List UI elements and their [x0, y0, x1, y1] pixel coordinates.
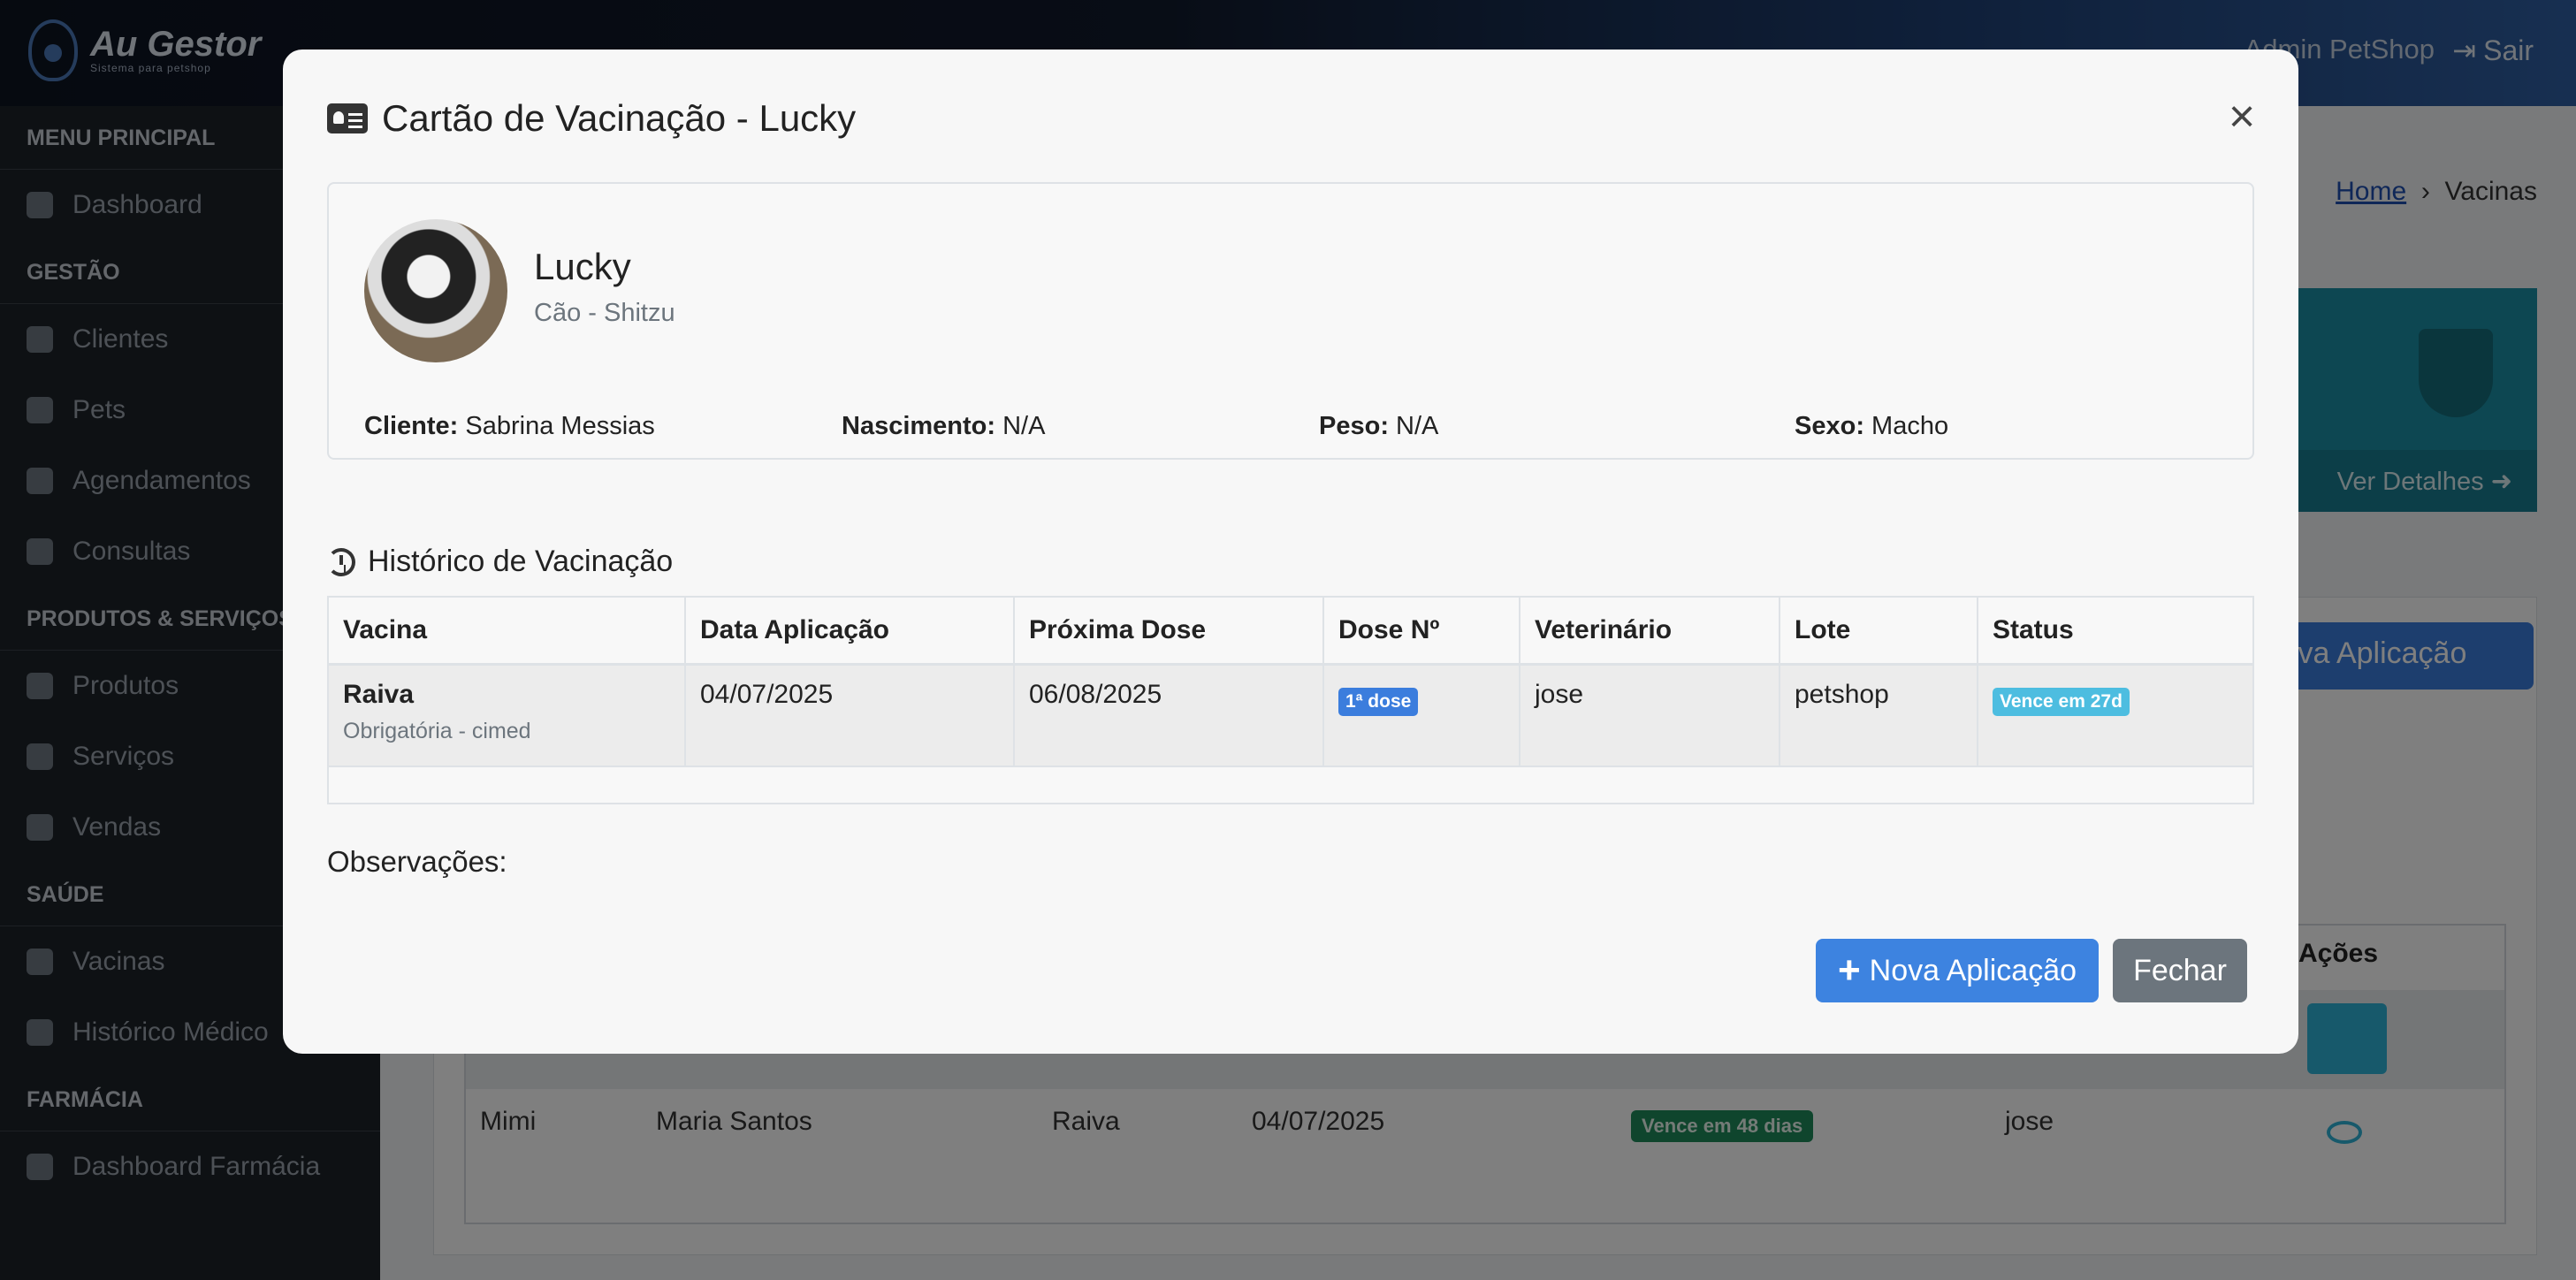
table-footer-spacer	[327, 766, 2254, 804]
observations-label: Observações:	[327, 845, 507, 878]
next-dose-cell: 06/08/2025	[1013, 663, 1324, 767]
pet-sex-label: Sexo:	[1795, 412, 1864, 440]
pet-name: Lucky	[534, 246, 631, 287]
vet-cell: jose	[1519, 663, 1780, 767]
vaccine-cell: Raiva Obrigatória - cimed	[327, 663, 686, 767]
dose-cell: 1ª dose	[1322, 663, 1520, 767]
history-icon	[327, 547, 355, 576]
new-application-label: Nova Aplicação	[1869, 953, 2077, 987]
status-badge: Vence em 27d	[1993, 687, 2130, 716]
pet-birth-value: N/A	[1002, 412, 1046, 440]
vaccination-history-table: Vacina Data Aplicação Próxima Dose Dose …	[327, 596, 2254, 804]
pet-sex-value: Macho	[1871, 412, 1949, 440]
pet-weight: Peso: N/A	[1319, 412, 1438, 441]
column-header: Data Aplicação	[684, 596, 1015, 666]
pet-birth: Nascimento: N/A	[842, 412, 1045, 441]
pet-sex: Sexo: Macho	[1795, 412, 1948, 441]
lot-cell: petshop	[1779, 663, 1978, 767]
history-title: Histórico de Vacinação	[327, 545, 673, 579]
column-header: Status	[1977, 596, 2254, 666]
close-button[interactable]: Fechar	[2113, 939, 2247, 1002]
dose-badge: 1ª dose	[1338, 687, 1419, 716]
id-card-icon	[327, 103, 368, 133]
column-header: Próxima Dose	[1013, 596, 1324, 666]
pet-avatar	[364, 219, 507, 362]
vaccine-name: Raiva	[343, 679, 415, 709]
applied-date-cell: 04/07/2025	[684, 663, 1015, 767]
spacer-cell	[327, 766, 2254, 804]
table-row: Raiva Obrigatória - cimed 04/07/2025 06/…	[327, 663, 2254, 767]
status-cell: Vence em 27d	[1977, 663, 2254, 767]
plus-icon: +	[1837, 949, 1861, 992]
column-header: Dose Nº	[1322, 596, 1520, 666]
pet-client-value: Sabrina Messias	[465, 412, 655, 440]
table-header-row: Vacina Data Aplicação Próxima Dose Dose …	[327, 596, 2254, 666]
pet-breed: Cão - Shitzu	[534, 299, 675, 327]
pet-client-label: Cliente:	[364, 412, 459, 440]
modal-title: Cartão de Vacinação - Lucky	[327, 97, 856, 140]
pet-info-card: Lucky Cão - Shitzu Cliente: Sabrina Mess…	[327, 182, 2254, 460]
column-header: Lote	[1779, 596, 1978, 666]
vaccine-subtitle: Obrigatória - cimed	[343, 718, 531, 743]
new-application-button[interactable]: + Nova Aplicação	[1816, 939, 2099, 1002]
history-title-text: Histórico de Vacinação	[368, 545, 674, 578]
column-header: Vacina	[327, 596, 686, 666]
modal-title-text: Cartão de Vacinação - Lucky	[382, 97, 857, 139]
pet-weight-label: Peso:	[1319, 412, 1389, 440]
pet-weight-value: N/A	[1396, 412, 1439, 440]
column-header: Veterinário	[1519, 596, 1780, 666]
close-icon[interactable]: ×	[2222, 94, 2261, 140]
vaccination-card-modal: Cartão de Vacinação - Lucky × Lucky Cão …	[283, 50, 2298, 1054]
pet-birth-label: Nascimento:	[842, 412, 996, 440]
pet-client: Cliente: Sabrina Messias	[364, 412, 655, 441]
